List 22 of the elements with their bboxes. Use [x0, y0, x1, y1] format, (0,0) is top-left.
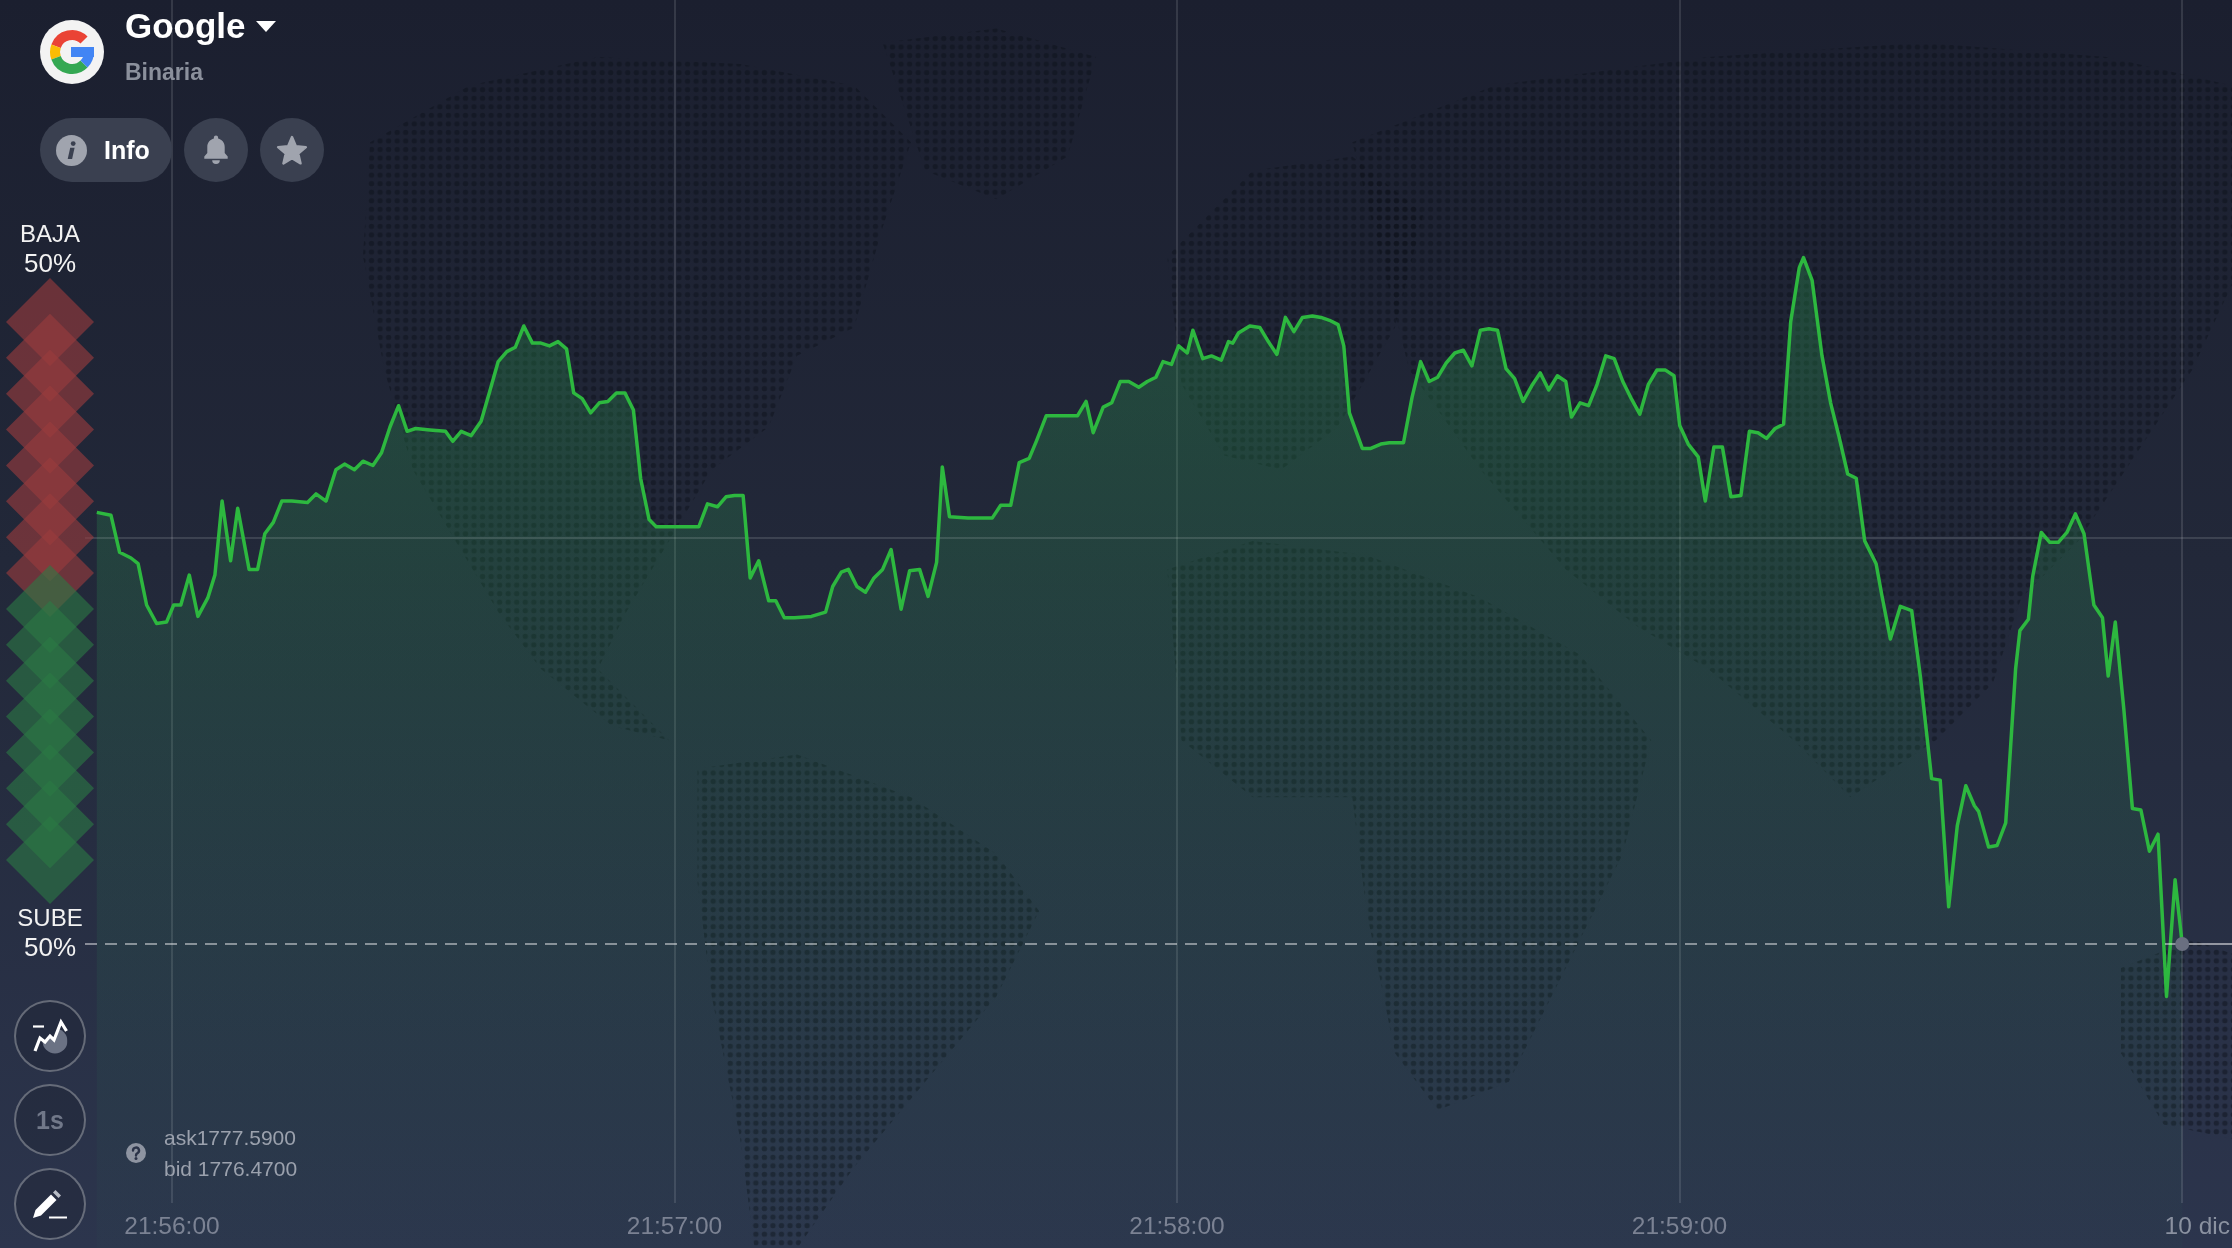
pencil-icon [32, 1189, 68, 1219]
time-label: 21:58:00 [1129, 1212, 1225, 1239]
asset-selector[interactable]: Google [125, 5, 276, 47]
asset-type: Binaria [125, 58, 203, 86]
help-icon[interactable] [126, 1143, 146, 1163]
sentiment-label: BAJA [20, 220, 80, 248]
star-icon [274, 133, 309, 167]
sentiment-percent: 50% [23, 932, 76, 962]
info-icon [56, 134, 87, 166]
ask-price: ask1777.5900 [164, 1125, 296, 1151]
time-label: 21:59:00 [1631, 1212, 1728, 1239]
date-label: 10 dic [2164, 1212, 2230, 1239]
time-label: 21:57:00 [626, 1212, 723, 1239]
price-marker-icon [2175, 937, 2190, 951]
time-label: 21:56:00 [124, 1212, 220, 1239]
chart-icon [32, 1018, 68, 1054]
sentiment-percent: 50% [23, 248, 76, 278]
logo-icon [40, 20, 104, 84]
sentiment-label: SUBE [17, 904, 83, 932]
caret-icon [255, 20, 276, 32]
bid-price: bid 1776.4700 [164, 1156, 298, 1182]
info-button[interactable]: Info [40, 118, 172, 182]
